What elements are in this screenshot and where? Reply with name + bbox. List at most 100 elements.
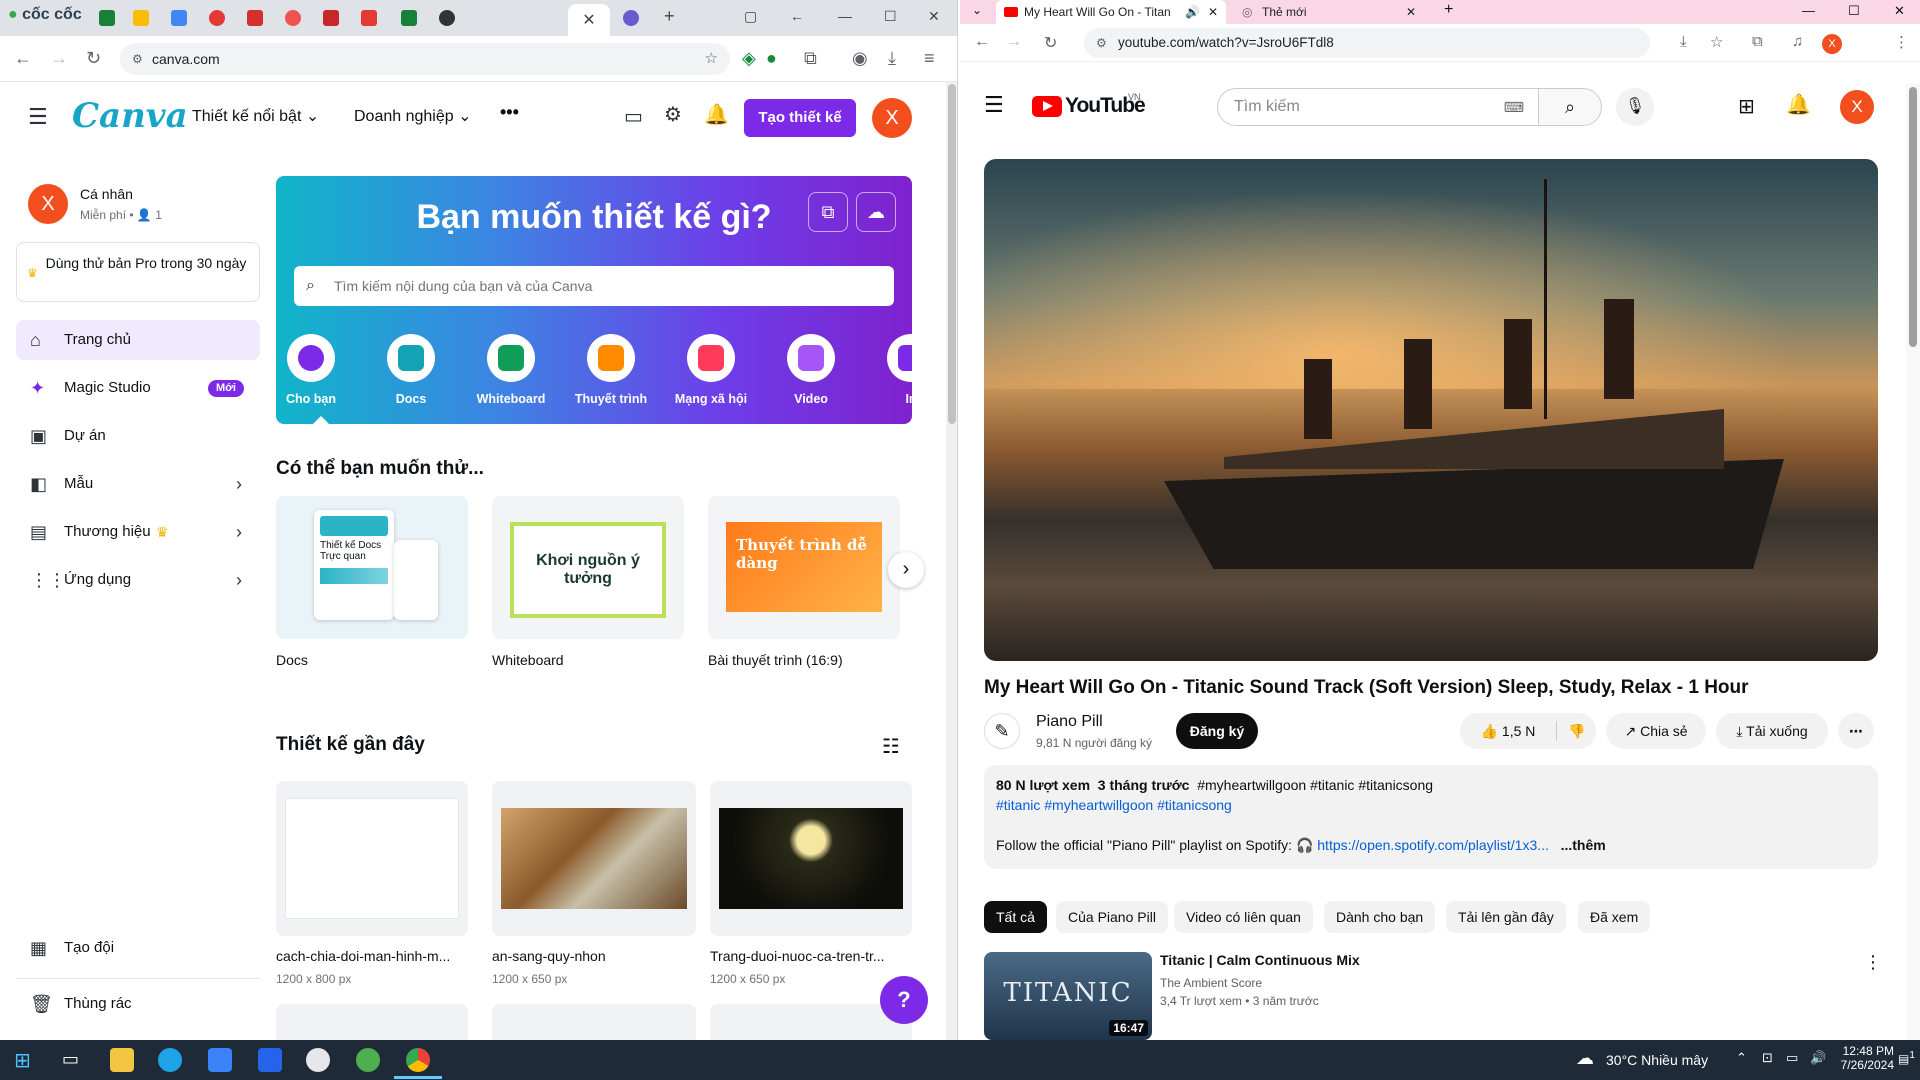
tab-red-2[interactable] — [240, 6, 270, 30]
tab-red-3[interactable] — [278, 6, 308, 30]
keyboard-icon[interactable]: ⌨ — [1504, 89, 1524, 125]
download-button[interactable]: ⤓ Tải xuống — [1716, 713, 1828, 749]
sidebar-item-home[interactable]: ⌂ Trang chủ — [16, 320, 260, 360]
close-window-icon[interactable]: ✕ — [1894, 3, 1905, 19]
bookmark-star-icon[interactable]: ☆ — [705, 43, 718, 75]
sidebar-item-create-team[interactable]: ▦ Tạo đội — [16, 928, 260, 968]
related-title[interactable]: Titanic | Calm Continuous Mix — [1160, 952, 1360, 968]
chip-all[interactable]: Tất cả — [984, 901, 1047, 933]
chip-recent-uploads[interactable]: Tải lên gần đây — [1446, 901, 1566, 933]
recent-name-0[interactable]: cach-chia-doi-man-hinh-m... — [276, 948, 450, 964]
weather-text[interactable]: 30°C Nhiều mây — [1606, 1052, 1708, 1068]
downloads-icon[interactable]: ⤓ — [888, 48, 896, 69]
network-icon[interactable]: ⊡ — [1762, 1050, 1773, 1066]
create-video-icon[interactable]: ⊞ — [1738, 94, 1755, 119]
more-actions-button[interactable]: ⋯ — [1838, 713, 1874, 749]
recent-card-3[interactable] — [276, 1004, 468, 1040]
edge-icon[interactable] — [158, 1048, 182, 1072]
dislike-button[interactable]: 👎 — [1558, 713, 1596, 749]
install-app-icon[interactable]: ⤓ — [1680, 33, 1687, 50]
extension-shield-icon[interactable]: ◈ — [742, 48, 756, 69]
suggest-card-presentation[interactable]: Thuyết trình dễ dàng — [708, 496, 900, 639]
desktop-icon[interactable]: ▭ — [624, 104, 643, 129]
media-control-icon[interactable]: ♫ — [1792, 33, 1803, 50]
upload-cloud-icon[interactable]: ☁ — [856, 192, 896, 232]
chip-watched[interactable]: Đã xem — [1578, 901, 1651, 933]
recent-name-2[interactable]: Trang-duoi-nuoc-ca-tren-tr... — [710, 948, 885, 964]
tab-red-4[interactable] — [316, 6, 346, 30]
minimize-icon[interactable]: — — [838, 8, 852, 24]
related-channel[interactable]: The Ambient Score — [1160, 976, 1262, 990]
profile-icon[interactable]: ◉ — [852, 48, 868, 69]
tab-sheets[interactable] — [92, 6, 122, 30]
close-window-icon[interactable]: ✕ — [928, 8, 940, 25]
tab-red-1[interactable] — [202, 6, 232, 30]
file-explorer-icon[interactable] — [110, 1048, 134, 1072]
like-button[interactable]: 👍 1,5 N — [1460, 713, 1556, 749]
custom-size-icon[interactable]: ⧉ — [808, 192, 848, 232]
close-icon[interactable]: ✕ — [1208, 0, 1218, 24]
menu-featured[interactable]: Thiết kế nổi bật ⌄ — [192, 106, 319, 126]
list-view-icon[interactable]: ☷ — [882, 734, 900, 759]
back-icon[interactable]: ← — [14, 48, 32, 69]
category-print[interactable]: In — [871, 334, 912, 406]
mail-icon[interactable] — [258, 1048, 282, 1072]
coccoc-taskbar-icon[interactable] — [356, 1048, 380, 1072]
sidebar-item-projects[interactable]: ▣ Dự án — [16, 416, 260, 456]
tab-new[interactable]: ◎ Thẻ mới ✕ — [1234, 0, 1424, 24]
recent-card-2[interactable] — [710, 781, 912, 936]
recent-card-0[interactable] — [276, 781, 468, 936]
sidebar-item-apps[interactable]: ⋮⋮ Ứng dụng › — [16, 560, 260, 600]
tab-docs[interactable] — [164, 6, 194, 30]
more-vertical-icon[interactable]: ⋮ — [1864, 952, 1882, 973]
clock[interactable]: 12:48 PM 7/26/2024 — [1838, 1044, 1894, 1072]
close-icon[interactable]: ✕ — [1406, 0, 1416, 24]
carousel-next-button[interactable]: › — [888, 552, 924, 588]
bookmark-star-icon[interactable]: ☆ — [1710, 33, 1723, 51]
tab-drive[interactable] — [126, 6, 156, 30]
extensions-icon[interactable]: ⧉ — [804, 48, 817, 69]
header-avatar[interactable]: X — [872, 98, 912, 138]
category-presentation[interactable]: Thuyết trình — [571, 334, 651, 406]
extensions-icon[interactable]: ⧉ — [1752, 33, 1763, 50]
account-avatar[interactable]: X — [28, 184, 68, 224]
scrollbar[interactable] — [946, 82, 957, 1040]
menu-icon[interactable]: ≡ — [924, 48, 935, 69]
youtube-avatar[interactable]: X — [1840, 90, 1874, 124]
url-input[interactable]: ⚙ canva.com ☆ — [120, 43, 730, 75]
speaker-icon[interactable]: 🔊 — [1185, 0, 1200, 24]
sidebar-item-templates[interactable]: ◧ Mẫu › — [16, 464, 260, 504]
help-button[interactable]: ? — [880, 976, 928, 1024]
subscribe-button[interactable]: Đăng ký — [1176, 713, 1258, 749]
task-view-icon[interactable]: ▭ — [62, 1049, 79, 1070]
back-icon[interactable]: ← — [974, 33, 990, 51]
close-icon[interactable]: ✕ — [582, 10, 595, 30]
tab-canva-active[interactable]: ✕ — [568, 4, 610, 36]
forward-icon[interactable]: → — [1006, 33, 1022, 51]
account-name[interactable]: Cá nhân — [80, 186, 133, 202]
canva-logo[interactable]: Canva — [72, 96, 188, 136]
windows-start-icon[interactable]: ⊞ — [14, 1048, 31, 1073]
more-menu-icon[interactable]: ••• — [500, 102, 519, 123]
spotify-link[interactable]: https://open.spotify.com/playlist/1x3... — [1317, 837, 1549, 853]
suggest-card-whiteboard[interactable]: Khơi nguồn ý tưởng — [492, 496, 684, 639]
category-video[interactable]: Video — [771, 334, 851, 406]
sidebar-item-brand[interactable]: ▤ Thương hiệu ♛ › — [16, 512, 260, 552]
screenshot-icon[interactable]: ▢ — [744, 8, 757, 25]
scrollbar-thumb[interactable] — [948, 84, 956, 424]
menu-business[interactable]: Doanh nghiệp ⌄ — [354, 106, 472, 126]
show-more-button[interactable]: ...thêm — [1561, 837, 1606, 853]
tray-chevron-up-icon[interactable]: ⌃ — [1736, 1050, 1747, 1066]
app-icon[interactable] — [306, 1048, 330, 1072]
gear-icon[interactable]: ⚙ — [664, 102, 682, 127]
chip-from-channel[interactable]: Của Piano Pill — [1056, 901, 1168, 933]
sidebar-item-trash[interactable]: 🗑 Thùng rác — [16, 984, 260, 1024]
bell-icon[interactable]: 🔔 — [704, 102, 729, 127]
chrome-taskbar-icon[interactable] — [406, 1048, 430, 1072]
maximize-icon[interactable]: ☐ — [884, 8, 897, 25]
scrollbar-right[interactable] — [1906, 84, 1920, 1040]
chip-for-you[interactable]: Dành cho bạn — [1324, 901, 1436, 933]
download-green-icon[interactable]: ● — [766, 48, 777, 69]
reload-icon[interactable]: ↻ — [86, 48, 101, 69]
site-info-icon[interactable]: ⚙ — [1096, 28, 1107, 58]
